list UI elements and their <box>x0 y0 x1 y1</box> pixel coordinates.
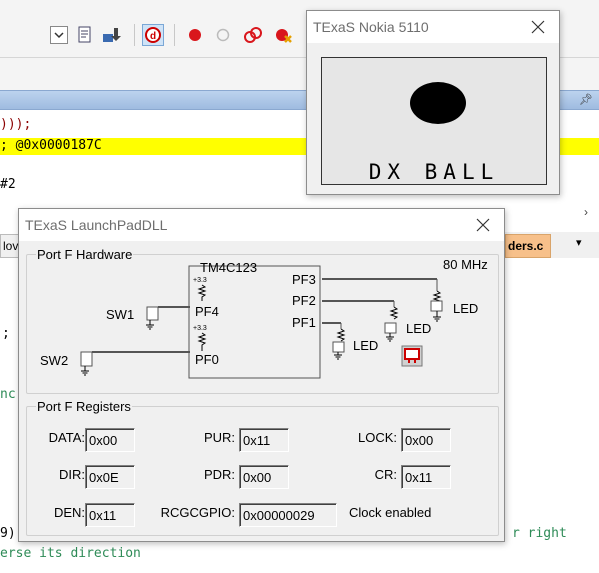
nokia-window-title: TExaS Nokia 5110 <box>313 19 429 35</box>
file-options-button[interactable] <box>74 24 96 46</box>
disable-breakpoints-button[interactable] <box>242 24 264 46</box>
left-code-fragment-2: nc <box>0 387 16 402</box>
nokia-lcd-screen: DX BALL <box>321 57 547 185</box>
pin-label-pf4: PF4 <box>195 304 219 319</box>
ball-sprite <box>410 82 466 124</box>
left-code-fragment-1: ; <box>2 326 10 341</box>
port-f-registers-label: Port F Registers <box>36 399 132 414</box>
clock-status-text: Clock enabled <box>349 505 432 520</box>
debug-session-button[interactable]: d <box>142 24 164 46</box>
led-pf2 <box>384 322 397 334</box>
tabs-dropdown-icon[interactable]: ▾ <box>576 236 582 249</box>
ground-icon <box>81 370 89 376</box>
nokia-screen-text: DX BALL <box>368 160 500 184</box>
sw2-switch[interactable] <box>80 351 93 367</box>
dropdown-button[interactable] <box>48 24 70 46</box>
breakpoint-outline-icon <box>216 28 230 42</box>
nokia-close-button[interactable] <box>523 15 553 39</box>
switch-label-sw1: SW1 <box>106 307 134 322</box>
breakpoint-icon <box>189 29 201 41</box>
pullup-label-pf4: +3.3 <box>193 277 207 284</box>
reg-value-den: 0x11 <box>85 503 135 527</box>
led-pf3 <box>430 300 443 312</box>
launchpad-window: TExaS LaunchPadDLL Port F Hardware TM4C1… <box>18 208 505 542</box>
reg-label-pur: PUR: <box>203 430 235 445</box>
chip-label: TM4C123 <box>200 260 257 275</box>
nokia-title-bar[interactable]: TExaS Nokia 5110 <box>307 11 559 43</box>
pin-label-pf1: PF1 <box>292 315 316 330</box>
port-f-hardware-diagram: TM4C123 80 MHz PF3 PF2 PF1 PF4 PF0 +3.3 … <box>40 257 488 379</box>
reg-label-dir: DIR: <box>59 467 85 482</box>
ground-icon <box>386 336 394 342</box>
pin-label-pf2: PF2 <box>292 293 316 308</box>
clock-frequency-label: 80 MHz <box>443 257 488 272</box>
led-pf1 <box>332 341 345 353</box>
editor-tab-left[interactable]: lov <box>0 234 20 258</box>
editor-tab-right[interactable]: ders.c <box>505 234 551 258</box>
reg-value-data: 0x00 <box>85 428 135 452</box>
breakpoints-disable-icon <box>244 27 262 43</box>
reg-label-den: DEN: <box>53 505 85 520</box>
reg-value-cr: 0x11 <box>401 465 451 489</box>
pin-label-pf3: PF3 <box>292 272 316 287</box>
pullup-label-pf0: +3.3 <box>193 325 207 332</box>
reg-value-pur: 0x11 <box>239 428 289 452</box>
download-button[interactable] <box>100 24 122 46</box>
pf2-resistor <box>389 306 399 320</box>
insert-breakpoint-button[interactable] <box>184 24 206 46</box>
reg-label-data: DATA: <box>48 430 85 445</box>
scroll-right-icon[interactable]: › <box>584 205 588 219</box>
document-icon <box>78 26 91 43</box>
left-code-fragment-3: 9) <box>0 526 16 541</box>
download-icon <box>103 28 121 42</box>
debug-icon: d <box>145 27 161 43</box>
reg-value-dir: 0x0E <box>85 465 135 489</box>
close-icon <box>531 20 545 34</box>
reg-label-pdr: PDR: <box>203 467 235 482</box>
enable-breakpoint-button[interactable] <box>212 24 234 46</box>
reg-value-lock: 0x00 <box>401 428 451 452</box>
svg-text:d: d <box>150 31 156 42</box>
kill-breakpoints-button[interactable] <box>272 24 294 46</box>
pin-label-pf0: PF0 <box>195 352 219 367</box>
code-line-3: #2 <box>0 177 16 192</box>
reg-label-cr: CR: <box>374 467 397 482</box>
pin-icon[interactable]: 📌︎ <box>579 93 593 106</box>
code-line-2: ; @0x0000187C <box>0 138 102 153</box>
chevron-down-icon <box>50 26 68 44</box>
ground-icon <box>334 354 342 360</box>
reg-value-rcgcgpio: 0x00000029 <box>239 503 337 527</box>
ground-icon <box>433 316 441 322</box>
nokia-window: TExaS Nokia 5110 DX BALL <box>306 10 560 195</box>
sw1-switch[interactable] <box>146 306 159 321</box>
comment-fragment-right: r right <box>512 526 567 541</box>
code-line-1: ))); <box>0 117 40 132</box>
reg-label-lock: LOCK: <box>357 430 397 445</box>
led-label-pf1: LED <box>353 338 378 353</box>
switch-label-sw2: SW2 <box>40 353 68 368</box>
led-label-pf2: LED <box>406 321 431 336</box>
reg-value-pdr: 0x00 <box>239 465 289 489</box>
led-label-pf3: LED <box>453 301 478 316</box>
pf1-resistor <box>336 328 346 342</box>
comment-fragment-bottom: erse its direction <box>0 546 141 561</box>
breakpoints-kill-icon <box>276 29 292 43</box>
pf4-pullup-resistor <box>197 284 207 301</box>
ground-icon <box>146 324 154 330</box>
reg-label-rcgcgpio: RCGCGPIO: <box>160 505 235 520</box>
pf0-pullup-resistor <box>197 332 207 351</box>
